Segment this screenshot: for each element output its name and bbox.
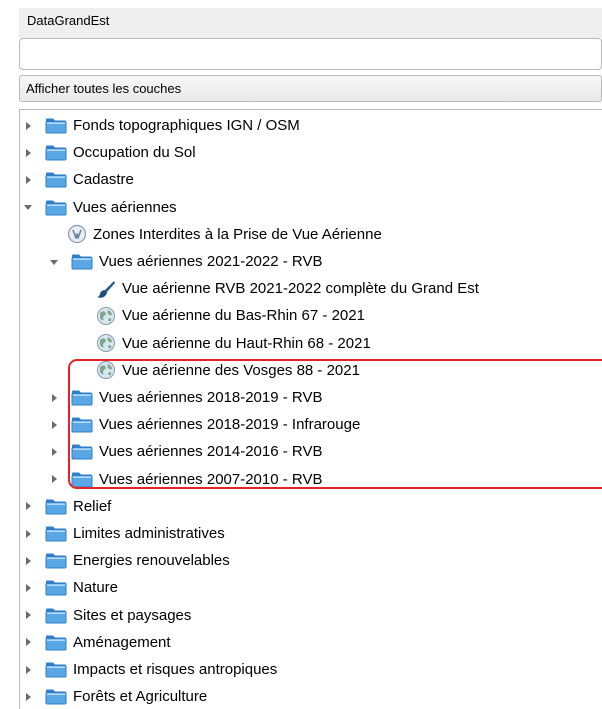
folder-icon	[45, 608, 67, 624]
wfs-layer-icon	[67, 225, 87, 244]
tree-folder-row[interactable]: Vues aériennes 2021-2022 - RVB	[48, 248, 322, 275]
tree-item-label: Energies renouvelables	[73, 552, 230, 570]
layer-tree: Fonds topographiques IGN / OSM Occupatio…	[19, 109, 602, 709]
chevron-down-icon[interactable]	[49, 257, 59, 267]
tree-item-label: Aménagement	[73, 633, 171, 651]
tree-folder-row[interactable]: Vues aériennes 2007-2010 - RVB	[48, 466, 322, 493]
tree-folder-row[interactable]: Sites et paysages	[22, 602, 191, 629]
tree-item-label: Nature	[73, 579, 119, 597]
folder-icon	[71, 417, 93, 433]
chevron-right-icon[interactable]	[23, 583, 33, 593]
folder-icon	[45, 662, 67, 678]
tree-item-label: Relief	[73, 497, 112, 515]
tree-item-label: Vues aériennes 2014-2016 - RVB	[99, 443, 323, 461]
tree-layer-row[interactable]: Vue aérienne des Vosges 88 - 2021	[96, 357, 360, 384]
tree-folder-row[interactable]: Occupation du Sol	[22, 139, 196, 166]
tree-layer-row[interactable]: Vue aérienne du Haut-Rhin 68 - 2021	[96, 330, 371, 357]
folder-icon	[45, 499, 67, 515]
tree-folder-row[interactable]: Vues aériennes 2018-2019 - Infrarouge	[48, 411, 360, 438]
tree-layer-row[interactable]: Vue aérienne RVB 2021-2022 complète du G…	[96, 275, 479, 302]
tree-item-label: Cadastre	[73, 171, 134, 189]
chevron-right-icon[interactable]	[23, 148, 33, 158]
tree-item-label: Vue aérienne du Bas-Rhin 67 - 2021	[122, 307, 365, 325]
chevron-right-icon[interactable]	[23, 121, 33, 131]
tree-layer-row[interactable]: Zones Interdites à la Prise de Vue Aérie…	[67, 221, 382, 248]
tree-item-label: Vues aériennes 2018-2019 - RVB	[99, 389, 323, 406]
chevron-right-icon[interactable]	[23, 637, 33, 647]
folder-icon	[45, 145, 67, 161]
tree-folder-row[interactable]: Energies renouvelables	[22, 547, 230, 574]
folder-icon	[71, 390, 93, 406]
tree-item-label: Vues aériennes 2007-2010 - RVB	[99, 470, 323, 488]
folder-icon	[45, 553, 67, 569]
brush-icon	[97, 280, 115, 298]
tree-folder-row[interactable]: Aménagement	[22, 629, 171, 656]
tree-item-label: Impacts et risques antropiques	[73, 661, 278, 678]
tree-item-label: Zones Interdites à la Prise de Vue Aérie…	[93, 225, 382, 243]
folder-icon	[71, 472, 93, 488]
chevron-right-icon[interactable]	[49, 393, 59, 403]
folder-icon	[45, 200, 67, 216]
folder-icon	[45, 118, 67, 134]
folder-icon	[45, 689, 67, 705]
tree-item-label: Vue aérienne des Vosges 88 - 2021	[122, 361, 360, 379]
tree-item-label: Sites et paysages	[73, 606, 192, 624]
folder-icon	[71, 254, 93, 270]
tree-item-label: Vues aériennes 2018-2019 - Infrarouge	[99, 416, 361, 434]
tree-item-label: Vue aérienne RVB 2021-2022 complète du G…	[122, 280, 479, 298]
tree-folder-row[interactable]: Vues aériennes 2014-2016 - RVB	[48, 438, 322, 465]
chevron-right-icon[interactable]	[49, 474, 59, 484]
tree-item-label: Limites administratives	[73, 525, 225, 542]
chevron-right-icon[interactable]	[23, 610, 33, 620]
tree-layer-row[interactable]: Vue aérienne du Bas-Rhin 67 - 2021	[96, 302, 365, 329]
tree-folder-row[interactable]: Vues aériennes 2018-2019 - RVB	[48, 384, 322, 411]
panel-title: DataGrandEst	[19, 8, 602, 38]
tree-item-label: Vues aériennes 2021-2022 - RVB	[99, 253, 323, 270]
chevron-right-icon[interactable]	[23, 692, 33, 702]
chevron-right-icon[interactable]	[23, 556, 33, 566]
tree-folder-row[interactable]: Vues aériennes	[22, 194, 177, 221]
tree-item-label: Vue aérienne du Haut-Rhin 68 - 2021	[122, 334, 371, 352]
globe-icon	[97, 361, 115, 380]
tree-folder-row[interactable]: Impacts et risques antropiques	[22, 656, 277, 683]
folder-icon	[45, 172, 67, 188]
tree-folder-row[interactable]: Limites administratives	[22, 520, 225, 547]
folder-icon	[45, 526, 67, 542]
tree-item-label: Vues aériennes	[73, 198, 177, 216]
search-input[interactable]	[19, 38, 602, 70]
tree-item-label: Forêts et Agriculture	[73, 688, 208, 706]
tree-folder-row[interactable]: Forêts et Agriculture	[22, 683, 207, 709]
chevron-right-icon[interactable]	[23, 501, 33, 511]
folder-icon	[71, 444, 93, 460]
globe-icon	[97, 334, 115, 353]
folder-icon	[45, 580, 67, 596]
chevron-down-icon[interactable]	[23, 202, 33, 212]
tree-folder-row[interactable]: Cadastre	[22, 166, 134, 193]
globe-icon	[97, 306, 115, 325]
chevron-right-icon[interactable]	[23, 175, 33, 185]
chevron-right-icon[interactable]	[49, 420, 59, 430]
folder-icon	[45, 635, 67, 651]
tree-item-label: Fonds topographiques IGN / OSM	[73, 117, 300, 134]
tree-folder-row[interactable]: Nature	[22, 574, 118, 601]
chevron-right-icon[interactable]	[23, 665, 33, 675]
tree-folder-row[interactable]: Fonds topographiques IGN / OSM	[22, 112, 300, 139]
show-all-layers-button[interactable]: Afficher toutes les couches	[19, 75, 602, 102]
tree-folder-row[interactable]: Relief	[22, 493, 111, 520]
chevron-right-icon[interactable]	[23, 529, 33, 539]
chevron-right-icon[interactable]	[49, 447, 59, 457]
tree-item-label: Occupation du Sol	[73, 144, 196, 162]
